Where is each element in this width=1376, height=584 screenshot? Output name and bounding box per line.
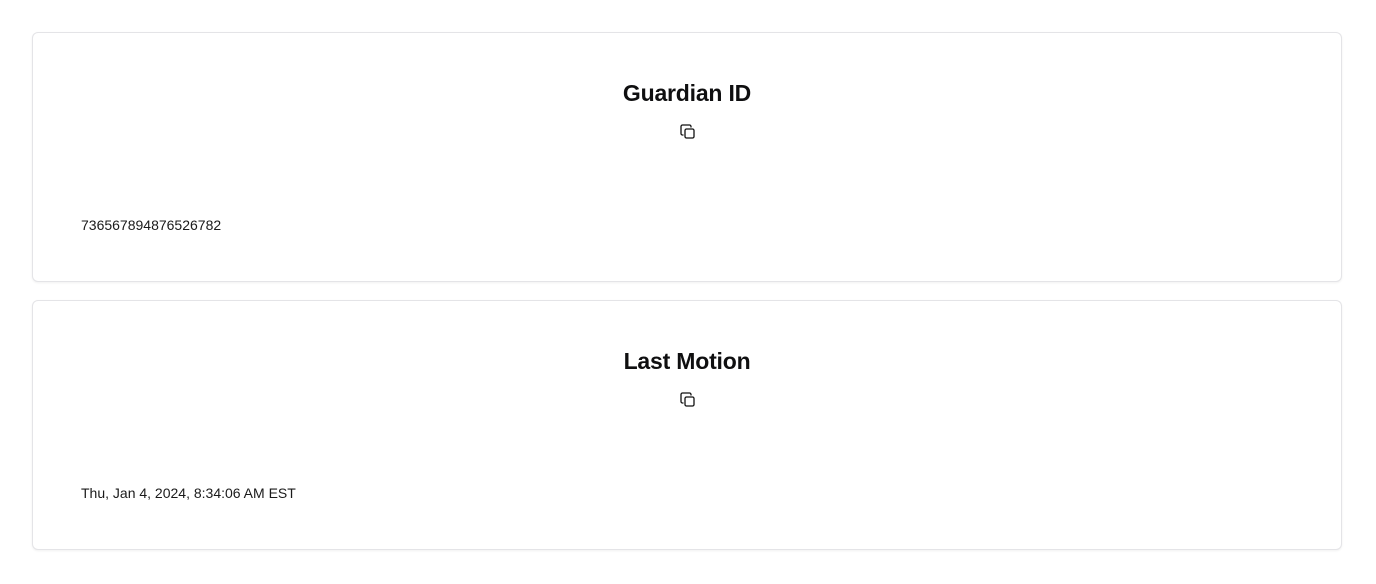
page: Guardian ID 736567894876526782 Last Moti…	[0, 0, 1376, 584]
copy-icon	[680, 124, 696, 140]
copy-button[interactable]	[678, 122, 698, 142]
guardian-id-card: Guardian ID 736567894876526782	[32, 32, 1342, 282]
last-motion-value: Thu, Jan 4, 2024, 8:34:06 AM EST	[81, 485, 296, 501]
copy-button[interactable]	[678, 390, 698, 410]
card-title: Last Motion	[623, 348, 751, 374]
guardian-id-value: 736567894876526782	[81, 217, 222, 233]
last-motion-card: Last Motion Thu, Jan 4, 2024, 8:34:06 AM…	[32, 300, 1342, 550]
copy-icon	[680, 392, 696, 408]
card-title: Guardian ID	[622, 80, 752, 106]
